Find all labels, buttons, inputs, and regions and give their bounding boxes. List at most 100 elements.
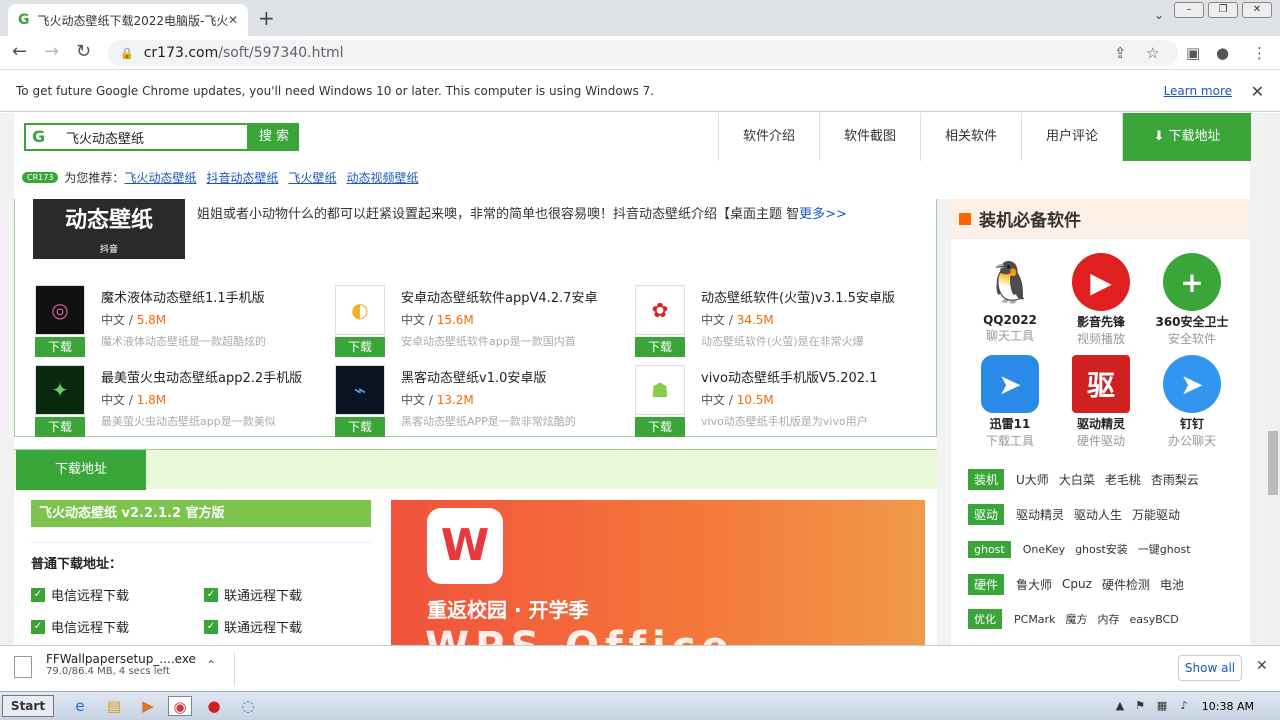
download-button[interactable]: 下载 — [335, 417, 385, 437]
address-bar[interactable]: 🔒 cr173.com/soft/597340.html — [108, 40, 1178, 66]
category-link[interactable]: 电池 — [1160, 576, 1184, 593]
download-section-tab[interactable]: 下载地址 — [16, 450, 146, 490]
category-link[interactable]: U大师 — [1016, 471, 1049, 488]
category-link[interactable]: Cpuz — [1062, 577, 1092, 591]
bookmark-star-icon[interactable]: ☆ — [1146, 44, 1159, 62]
back-icon[interactable]: ← — [12, 41, 27, 62]
download-button[interactable]: 下载 — [35, 337, 85, 357]
category-link[interactable]: PCMark — [1014, 613, 1055, 626]
category-link[interactable]: ghost安装 — [1075, 541, 1128, 557]
site-search-input[interactable]: G 飞火动态壁纸 — [24, 123, 249, 151]
app-icon[interactable]: ✿ — [635, 285, 685, 335]
tray-network-icon[interactable]: ▦ — [1150, 696, 1174, 716]
nav-tab-comments[interactable]: 用户评论 — [1021, 113, 1122, 161]
learn-more-link[interactable]: Learn more — [1164, 84, 1232, 98]
app-yingyin[interactable]: ▶ 影音先锋 视频播放 — [1061, 253, 1141, 347]
category-link[interactable]: easyBCD — [1129, 613, 1178, 626]
start-button[interactable]: Start — [2, 695, 54, 717]
forward-icon[interactable]: → — [44, 41, 59, 62]
nav-tab-intro[interactable]: 软件介绍 — [718, 113, 819, 161]
app-icon[interactable]: ◎ — [35, 285, 85, 335]
download-link[interactable]: ✓ 电信远程下载 — [31, 585, 129, 604]
explorer-folder-icon[interactable]: ▤ — [102, 696, 126, 716]
category-badge[interactable]: 硬件 — [968, 573, 1005, 595]
app-xunlei[interactable]: ➤ 迅雷11 下载工具 — [970, 355, 1050, 449]
category-badge[interactable]: 驱动 — [968, 503, 1005, 525]
chrome-icon[interactable]: ◉ — [168, 696, 192, 716]
show-all-button[interactable]: Show all — [1178, 655, 1242, 681]
lock-icon[interactable]: 🔒 — [120, 47, 134, 60]
app-dingtalk[interactable]: ➤ 钉钉 办公聊天 — [1152, 355, 1232, 449]
infobar-close-icon[interactable]: ✕ — [1251, 82, 1264, 101]
nav-tab-related[interactable]: 相关软件 — [920, 113, 1021, 161]
software-name[interactable]: 黑客动态壁纸v1.0安卓版 — [401, 367, 546, 386]
category-link[interactable]: OneKey — [1023, 543, 1065, 556]
category-badge[interactable]: 优化 — [968, 609, 1002, 629]
share-icon[interactable]: ⇪ — [1114, 44, 1127, 62]
wps-ad-banner[interactable]: W 重返校园 · 开学季 WPS Office — [391, 500, 925, 645]
app-drivergenius[interactable]: 驱 驱动精灵 硬件驱动 — [1061, 355, 1141, 449]
recommend-link[interactable]: 飞火动态壁纸 — [124, 169, 196, 186]
menu-kebab-icon[interactable]: ⋮ — [1252, 44, 1267, 62]
edge-icon[interactable]: ◌ — [236, 696, 260, 716]
category-link[interactable]: 硬件检测 — [1102, 576, 1150, 593]
category-badge[interactable]: ghost — [968, 540, 1011, 558]
category-link[interactable]: 杏雨梨云 — [1151, 471, 1199, 488]
new-tab-icon[interactable]: + — [258, 6, 275, 30]
more-link[interactable]: 更多>> — [799, 207, 847, 222]
shelf-close-icon[interactable]: ✕ — [1256, 658, 1268, 674]
app-icon[interactable]: ◐ — [335, 285, 385, 335]
category-link[interactable]: 鲁大师 — [1016, 576, 1052, 593]
opera-icon[interactable]: ● — [202, 696, 226, 716]
recommend-link[interactable]: 动态视频壁纸 — [346, 169, 418, 186]
software-name[interactable]: 安卓动态壁纸软件appV4.2.7安卓 — [401, 287, 597, 306]
category-link[interactable]: 老毛桃 — [1105, 471, 1141, 488]
chevron-up-icon[interactable]: ⌃ — [206, 658, 216, 672]
tray-security-icon[interactable]: ⚑ — [1128, 696, 1152, 716]
download-button[interactable]: 下载 — [635, 417, 685, 437]
software-name[interactable]: 魔术液体动态壁纸1.1手机版 — [101, 287, 265, 306]
category-link[interactable]: 一键ghost — [1138, 541, 1191, 557]
category-badge[interactable]: 装机 — [968, 468, 1005, 490]
reload-icon[interactable]: ↻ — [76, 41, 91, 62]
ie-icon[interactable]: e — [68, 696, 92, 716]
profile-avatar-icon[interactable]: ● — [1216, 44, 1229, 62]
close-window-icon[interactable]: ✕ — [1242, 2, 1272, 18]
software-name[interactable]: 动态壁纸软件(火萤)v3.1.5安卓版 — [701, 287, 895, 306]
side-panel-icon[interactable]: ▣ — [1186, 44, 1200, 62]
search-button[interactable]: 搜 索 — [249, 123, 299, 151]
media-player-icon[interactable]: ▶ — [136, 696, 160, 716]
category-link[interactable]: 魔方 — [1065, 611, 1087, 627]
download-button[interactable]: 下载 — [35, 417, 85, 437]
app-icon[interactable]: ⌁ — [335, 365, 385, 415]
download-link[interactable]: ✓ 联通远程下载 — [204, 617, 302, 636]
category-link[interactable]: 大白菜 — [1059, 471, 1095, 488]
scrollbar-thumb[interactable] — [1268, 431, 1278, 495]
article-thumbnail[interactable]: 动态壁纸 抖音 — [33, 199, 185, 259]
download-button[interactable]: 下载 — [635, 337, 685, 357]
tray-volume-icon[interactable]: ♪ — [1172, 696, 1196, 716]
download-button[interactable]: 下载 — [335, 337, 385, 357]
nav-tab-download[interactable]: ⬇ 下载地址 — [1122, 113, 1251, 161]
software-name[interactable]: 最美萤火虫动态壁纸app2.2手机版 — [101, 367, 302, 386]
category-link[interactable]: 内存 — [1097, 611, 1119, 627]
software-name[interactable]: vivo动态壁纸手机版V5.202.1 — [701, 367, 877, 386]
category-link[interactable]: 驱动精灵 — [1016, 506, 1064, 523]
app-icon[interactable]: ✦ — [35, 365, 85, 415]
android-icon[interactable]: ☗ — [635, 365, 685, 415]
nav-tab-screenshots[interactable]: 软件截图 — [819, 113, 920, 161]
restore-icon[interactable]: ❐ — [1208, 2, 1238, 18]
app-qq[interactable]: 🐧 QQ2022 聊天工具 — [970, 253, 1050, 344]
download-link[interactable]: ✓ 联通远程下载 — [204, 585, 302, 604]
category-link[interactable]: 万能驱动 — [1132, 506, 1180, 523]
browser-tab[interactable]: G 飞火动态壁纸下载2022电脑版-飞火 ✕ — [8, 4, 248, 36]
tab-close-icon[interactable]: ✕ — [228, 13, 238, 27]
minimize-icon[interactable]: – — [1174, 2, 1204, 18]
app-360[interactable]: + 360安全卫士 安全软件 — [1152, 253, 1232, 347]
page-scrollbar[interactable] — [1266, 113, 1280, 645]
tab-search-chevron-icon[interactable]: ⌄ — [1154, 8, 1164, 22]
taskbar-clock[interactable]: 10:38 AM — [1202, 700, 1254, 713]
download-item[interactable]: FFWallpapersetup_....exe 79.0/86.4 MB, 4… — [14, 652, 196, 678]
recommend-link[interactable]: 飞火壁纸 — [288, 169, 336, 186]
download-link[interactable]: ✓ 电信远程下载 — [31, 617, 129, 636]
